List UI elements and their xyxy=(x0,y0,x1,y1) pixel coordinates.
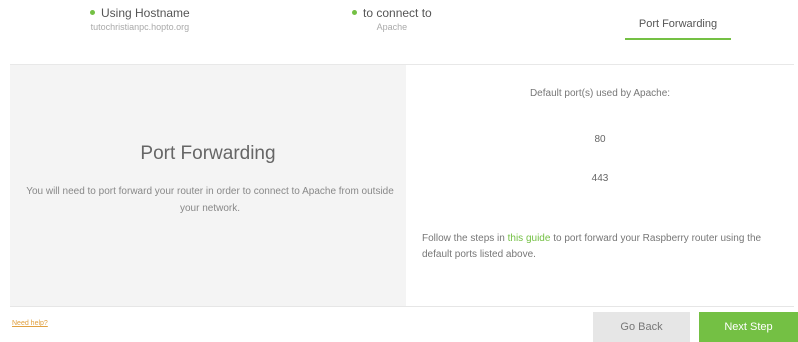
wizard-steps: Using Hostname tutochristianpc.hopto.org… xyxy=(0,4,798,56)
port-value: 443 xyxy=(591,173,609,184)
footer-divider xyxy=(10,306,794,307)
ports-label: Default port(s) used by Apache: xyxy=(529,88,671,99)
top-banner-text xyxy=(0,0,798,2)
active-step-underline xyxy=(625,38,731,40)
step-done-dot-icon xyxy=(352,10,357,16)
section-description: You will need to port forward your route… xyxy=(26,186,394,214)
content-panel: Port Forwarding You will need to port fo… xyxy=(10,64,794,307)
section-title: Port Forwarding xyxy=(140,143,276,164)
follow-steps-text: Follow the steps in this guide to port f… xyxy=(422,233,762,260)
step-connect-to: to connect to Apache xyxy=(352,6,432,32)
need-help-link[interactable]: Need help? xyxy=(12,320,48,327)
step-subtitle: Apache xyxy=(376,22,408,32)
step-subtitle: tutochristianpc.hopto.org xyxy=(90,22,190,32)
step-title: to connect to xyxy=(363,6,432,20)
step-hostname: Using Hostname tutochristianpc.hopto.org xyxy=(90,6,190,32)
step-done-dot-icon xyxy=(90,10,95,16)
step-title: Using Hostname xyxy=(101,6,190,20)
step-port-forwarding: Port Forwarding xyxy=(625,18,731,40)
ports-pane: Default port(s) used by Apache: 80 443 F… xyxy=(406,65,794,307)
step-title: Port Forwarding xyxy=(638,18,718,30)
guide-link[interactable]: this guide xyxy=(508,233,551,244)
info-pane: Port Forwarding You will need to port fo… xyxy=(10,65,406,307)
port-value: 80 xyxy=(594,134,606,145)
